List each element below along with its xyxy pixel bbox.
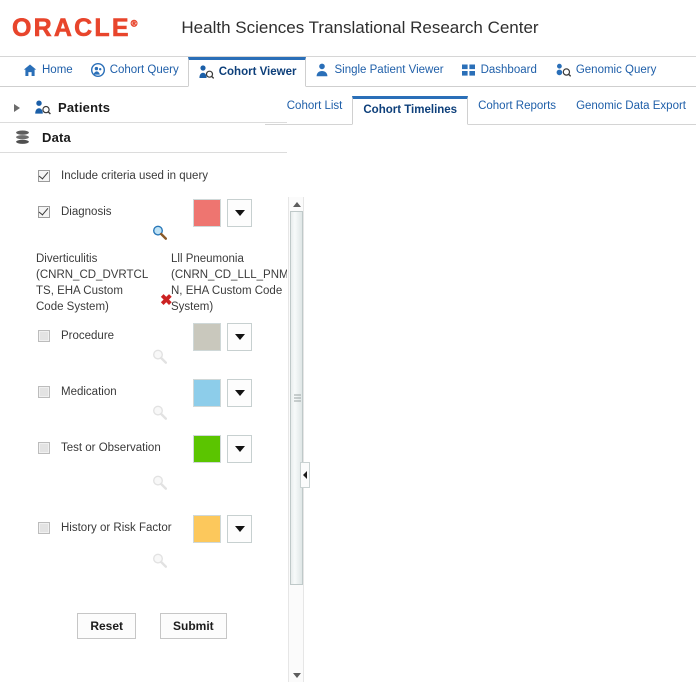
- chevron-down-icon: [234, 446, 245, 452]
- nav-tab-single-patient-viewer[interactable]: Single Patient Viewer: [306, 56, 452, 86]
- tab-cohort-reports[interactable]: Cohort Reports: [468, 95, 566, 124]
- history-or-risk-factor-search-row: [38, 539, 287, 575]
- left-panel-scroll-area: Patients Data Include criteria used in q…: [0, 87, 287, 575]
- oracle-logo-trademark: ®: [130, 18, 138, 29]
- patients-icon: [34, 100, 51, 115]
- medication-search-row: [38, 403, 287, 433]
- form-button-bar: Reset Submit: [0, 613, 304, 639]
- diagnosis-search-row: [38, 223, 287, 249]
- left-filter-panel: Patients Data Include criteria used in q…: [0, 87, 310, 682]
- nav-tab-dashboard-label: Dashboard: [480, 64, 537, 76]
- data-stack-icon: [14, 130, 31, 145]
- app-header: ORACLE® Health Sciences Translational Re…: [0, 0, 696, 56]
- nav-tab-cohort-viewer-label: Cohort Viewer: [218, 66, 297, 78]
- magnifier-icon[interactable]: [152, 349, 167, 367]
- tab-genomic-data-export[interactable]: Genomic Data Export: [566, 95, 696, 124]
- nav-tab-cohort-viewer[interactable]: Cohort Viewer: [187, 57, 307, 87]
- scroll-down-arrow[interactable]: [289, 668, 305, 682]
- chevron-down-icon: [234, 334, 245, 340]
- dashboard-grid-icon: [461, 64, 476, 77]
- chevron-down-icon: [234, 210, 245, 216]
- oracle-logo-text: ORACLE: [12, 13, 131, 42]
- include-criteria-row: Include criteria used in query: [38, 169, 287, 187]
- reset-button[interactable]: Reset: [77, 613, 136, 639]
- magnifier-icon[interactable]: [152, 475, 167, 493]
- category-row-medication: Medication: [38, 379, 287, 407]
- category-row-diagnosis: Diagnosis: [38, 199, 287, 227]
- category-row-test-or-observation: Test or Observation: [38, 435, 287, 463]
- procedure-label: Procedure: [61, 330, 115, 342]
- nav-tab-genomic-query[interactable]: Genomic Query: [546, 56, 666, 86]
- nav-tab-cohort-query[interactable]: Cohort Query: [82, 56, 188, 86]
- accordion-data[interactable]: Data: [0, 123, 287, 153]
- data-filter-form: Include criteria used in query Diagnosis: [0, 153, 287, 575]
- accordion-patients[interactable]: Patients: [0, 93, 287, 123]
- diagnosis-criteria-list: Diverticulitis (CNRN_CD_DVRTCLTS, EHA Cu…: [36, 251, 287, 315]
- cohort-query-icon: [90, 62, 105, 78]
- main-navigation-bar: Home Cohort Query Cohort Viewer Single P…: [0, 56, 696, 87]
- tab-genomic-data-export-label: Genomic Data Export: [576, 100, 686, 112]
- nav-tab-cohort-query-label: Cohort Query: [109, 64, 179, 76]
- tab-cohort-timelines-label: Cohort Timelines: [363, 104, 458, 116]
- criteria-item: Diverticulitis (CNRN_CD_DVRTCLTS, EHA Cu…: [36, 253, 149, 313]
- right-content-panel: Cohort List Cohort Timelines Cohort Repo…: [264, 87, 696, 665]
- nav-tab-home[interactable]: Home: [14, 56, 82, 86]
- chevron-down-icon: [234, 390, 245, 396]
- chevron-right-icon: [14, 103, 20, 112]
- nav-tab-home-label: Home: [42, 64, 73, 76]
- test-or-observation-checkbox[interactable]: [38, 442, 50, 454]
- accordion-patients-label: Patients: [58, 100, 111, 115]
- magnifier-icon[interactable]: [152, 553, 167, 571]
- submit-button[interactable]: Submit: [160, 613, 227, 639]
- test-or-observation-label: Test or Observation: [61, 442, 161, 454]
- include-criteria-label: Include criteria used in query: [61, 170, 209, 182]
- test-or-observation-search-row: [38, 459, 287, 503]
- include-criteria-checkbox[interactable]: [38, 170, 50, 182]
- cohort-viewer-icon: [198, 65, 214, 79]
- diagnosis-label: Diagnosis: [61, 206, 112, 218]
- tab-cohort-timelines[interactable]: Cohort Timelines: [352, 96, 469, 125]
- tab-cohort-list-label: Cohort List: [286, 100, 343, 112]
- medication-label: Medication: [61, 386, 117, 398]
- history-or-risk-factor-label: History or Risk Factor: [61, 522, 172, 534]
- procedure-search-row: [38, 347, 287, 377]
- accordion-data-label: Data: [42, 130, 71, 145]
- panel-collapse-handle[interactable]: [300, 462, 310, 488]
- magnifier-icon[interactable]: [152, 225, 167, 243]
- home-icon: [23, 64, 37, 77]
- chevron-down-icon: [234, 526, 245, 532]
- history-or-risk-factor-checkbox[interactable]: [38, 522, 50, 534]
- single-patient-icon: [315, 63, 329, 77]
- medication-checkbox[interactable]: [38, 386, 50, 398]
- diagnosis-checkbox[interactable]: [38, 206, 50, 218]
- cohort-subtab-bar: Cohort List Cohort Timelines Cohort Repo…: [264, 95, 696, 125]
- nav-tab-genomic-query-label: Genomic Query: [575, 64, 657, 76]
- delete-x-icon[interactable]: ✖: [160, 293, 173, 308]
- nav-tab-dashboard[interactable]: Dashboard: [453, 56, 546, 86]
- oracle-logo: ORACLE®: [12, 13, 138, 42]
- page-title: Health Sciences Translational Research C…: [181, 18, 539, 37]
- genomic-query-icon: [555, 63, 572, 77]
- magnifier-icon[interactable]: [152, 405, 167, 423]
- main-content: Patients Data Include criteria used in q…: [0, 87, 696, 682]
- category-row-history-or-risk-factor: History or Risk Factor: [38, 515, 287, 543]
- category-row-procedure: Procedure: [38, 323, 287, 351]
- procedure-checkbox[interactable]: [38, 330, 50, 342]
- tab-cohort-list[interactable]: Cohort List: [277, 95, 353, 124]
- nav-tab-single-patient-viewer-label: Single Patient Viewer: [334, 64, 444, 76]
- collapse-left-chevron-icon: [303, 471, 307, 479]
- tab-cohort-reports-label: Cohort Reports: [478, 100, 557, 112]
